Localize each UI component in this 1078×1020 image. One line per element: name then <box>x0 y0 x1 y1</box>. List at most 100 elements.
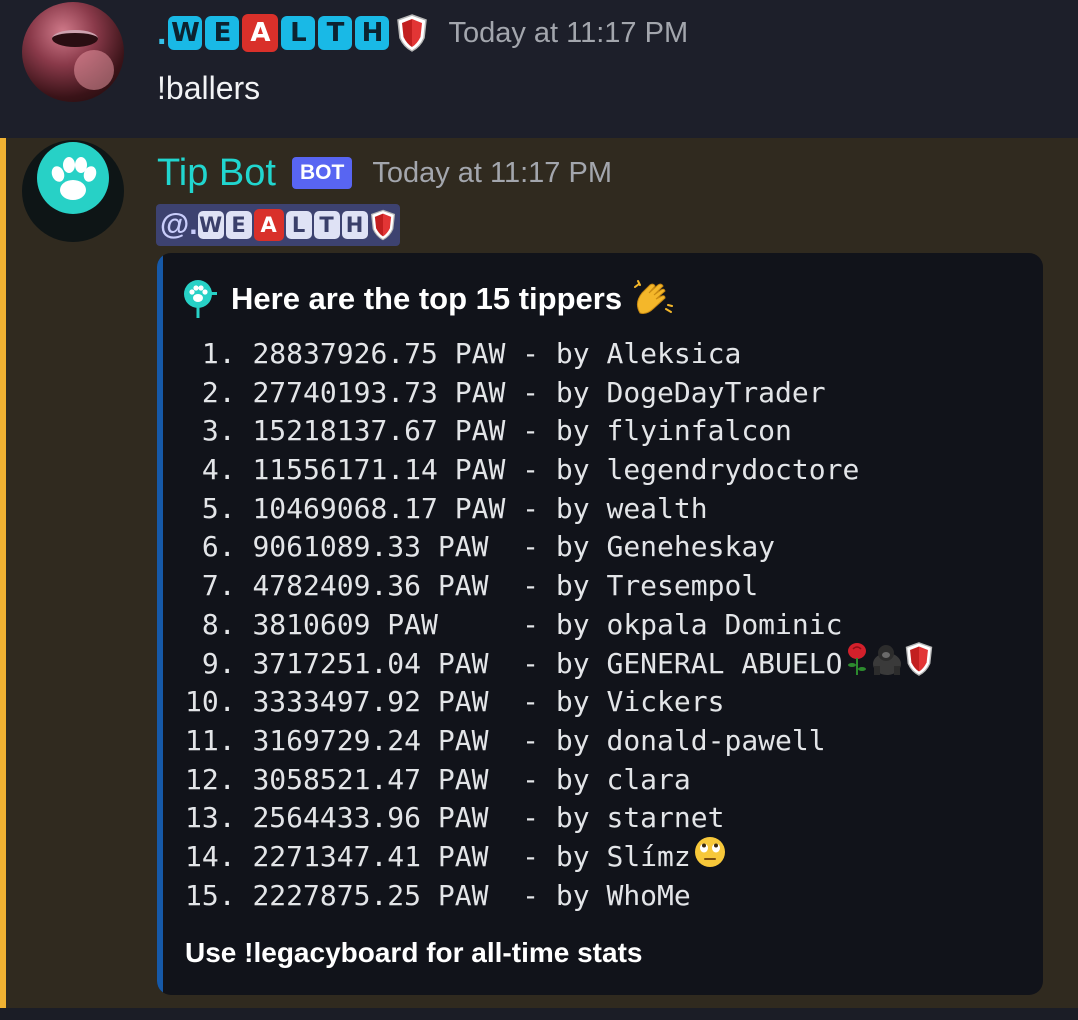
row-separator: - by <box>505 762 607 796</box>
username[interactable]: . WEALTH Today at 11:17 PM <box>157 12 688 54</box>
row-rank: 9. <box>185 646 253 680</box>
message-user: . WEALTH Today at 11:17 PM !ballers <box>0 0 1078 138</box>
shield-icon <box>904 641 934 687</box>
leaderboard-row: 9. 3717251.04 PAW - by GENERAL ABUELO <box>185 641 934 687</box>
row-tipper-name: Geneheskay <box>606 530 776 564</box>
mention-letters: WEALTH <box>197 209 370 241</box>
leaderboard-row: 1. 28837926.75 PAW - by Aleksica <box>185 335 934 374</box>
row-amount: 3717251.04 PAW <box>252 646 506 680</box>
row-rank: 1. <box>185 337 253 370</box>
username-letter: T <box>313 211 340 239</box>
embed-title-row: Here are the top 15 tippers <box>183 277 674 321</box>
username-letters: WEALTH <box>168 14 392 52</box>
username-letter: A <box>242 14 279 52</box>
leaderboard-row: 6. 9061089.33 PAW - by Geneheskay <box>185 528 934 567</box>
row-amount: 3333497.92 PAW <box>252 685 506 719</box>
row-separator: - by <box>505 878 607 912</box>
row-amount: 2227875.25 PAW <box>252 878 506 912</box>
bot-username[interactable]: Tip Bot <box>157 152 276 195</box>
user-avatar[interactable] <box>22 2 124 102</box>
paw-icon <box>184 280 217 318</box>
row-tipper-name: legendrydoctore <box>606 453 860 487</box>
row-amount: 3058521.47 PAW <box>252 762 506 796</box>
row-rank: 6. <box>185 530 253 564</box>
row-tipper-name: clara <box>606 762 691 796</box>
row-tipper-name: Aleksica <box>606 337 742 370</box>
row-amount: 9061089.33 PAW <box>252 530 506 564</box>
embed-title: Here are the top 15 tippers <box>231 281 623 316</box>
leaderboard-row: 10. 3333497.92 PAW - by Vickers <box>185 683 934 722</box>
row-separator: - by <box>505 723 607 757</box>
row-rank: 13. <box>185 801 253 835</box>
row-tipper-name: DogeDayTrader <box>606 375 826 409</box>
username-letter: A <box>253 209 284 241</box>
clapping-hands-icon <box>634 280 674 314</box>
row-separator: - by <box>505 414 607 448</box>
leaderboard-row: 3. 15218137.67 PAW - by flyinfalcon <box>185 412 934 451</box>
mention-highlight-bar <box>0 138 6 1008</box>
row-tipper-name: Vickers <box>606 685 725 719</box>
row-tipper-name: starnet <box>606 801 725 835</box>
row-rank: 8. <box>185 607 253 641</box>
row-tipper-name: GENERAL ABUELO <box>606 646 843 680</box>
row-rank: 11. <box>185 723 253 757</box>
shield-icon <box>397 14 428 52</box>
row-amount: 2271347.41 PAW <box>252 839 506 873</box>
row-separator: - by <box>505 607 607 641</box>
leaderboard-row: 8. 3810609 PAW - by okpala Dominic <box>185 606 934 645</box>
bot-badge: BOT <box>291 157 353 189</box>
row-separator: - by <box>505 646 607 680</box>
row-tipper-name: Slímz <box>606 839 691 873</box>
row-emojis <box>693 835 727 880</box>
shield-icon <box>370 209 395 241</box>
username-letter: L <box>281 16 316 50</box>
embed-color-bar <box>157 253 163 995</box>
row-rank: 2. <box>185 375 253 409</box>
row-amount: 27740193.73 PAW <box>252 375 506 409</box>
username-letter: H <box>355 16 390 50</box>
rose-icon <box>844 642 870 687</box>
timestamp: Today at 11:17 PM <box>372 156 612 189</box>
leaderboard-row: 4. 11556171.14 PAW - by legendrydoctore <box>185 451 934 490</box>
paw-icon <box>37 142 109 214</box>
leaderboard-row: 15. 2227875.25 PAW - by WhoMe <box>185 877 934 916</box>
row-amount: 3169729.24 PAW <box>252 723 506 757</box>
row-separator: - by <box>505 685 607 719</box>
leaderboard-row: 11. 3169729.24 PAW - by donald-pawell <box>185 722 934 761</box>
leaderboard-row: 12. 3058521.47 PAW - by clara <box>185 761 934 800</box>
row-rank: 14. <box>185 839 253 873</box>
row-rank: 3. <box>185 414 253 448</box>
bot-avatar[interactable] <box>22 140 124 242</box>
row-rank: 4. <box>185 453 253 487</box>
row-separator: - by <box>505 453 607 487</box>
leaderboard-row: 5. 10469068.17 PAW - by wealth <box>185 490 934 529</box>
chat-bottom-edge <box>0 1008 1078 1020</box>
row-amount: 2564433.96 PAW <box>252 801 506 835</box>
mention-prefix: @. <box>160 208 198 241</box>
row-amount: 4782409.36 PAW <box>252 569 506 603</box>
row-separator: - by <box>505 839 607 873</box>
embed-card: Here are the top 15 tippers 1. 28837926.… <box>157 253 1043 995</box>
username-prefix: . <box>157 14 167 52</box>
row-tipper-name: WhoMe <box>606 878 691 912</box>
row-tipper-name: flyinfalcon <box>606 414 792 448</box>
row-amount: 10469068.17 PAW <box>252 491 506 525</box>
row-rank: 5. <box>185 491 253 525</box>
eye-roll-face-icon <box>693 835 727 880</box>
row-emojis <box>844 641 934 687</box>
row-separator: - by <box>505 337 607 370</box>
message-bot: Tip Bot BOT Today at 11:17 PM @. WEALTH <box>0 138 1078 1008</box>
row-rank: 10. <box>185 685 253 719</box>
leaderboard-list: 1. 28837926.75 PAW - by Aleksica 2. 2774… <box>185 335 934 915</box>
gorilla-icon <box>870 642 904 687</box>
username-letter: E <box>225 211 252 239</box>
username-letter: H <box>341 211 368 239</box>
username-letter: E <box>205 16 240 50</box>
row-rank: 15. <box>185 878 253 912</box>
user-mention[interactable]: @. WEALTH <box>156 204 400 246</box>
row-amount: 15218137.67 PAW <box>252 414 506 448</box>
row-amount: 28837926.75 PAW <box>252 337 506 370</box>
row-rank: 12. <box>185 762 253 796</box>
username-letter: W <box>197 211 224 239</box>
row-tipper-name: wealth <box>606 491 708 525</box>
